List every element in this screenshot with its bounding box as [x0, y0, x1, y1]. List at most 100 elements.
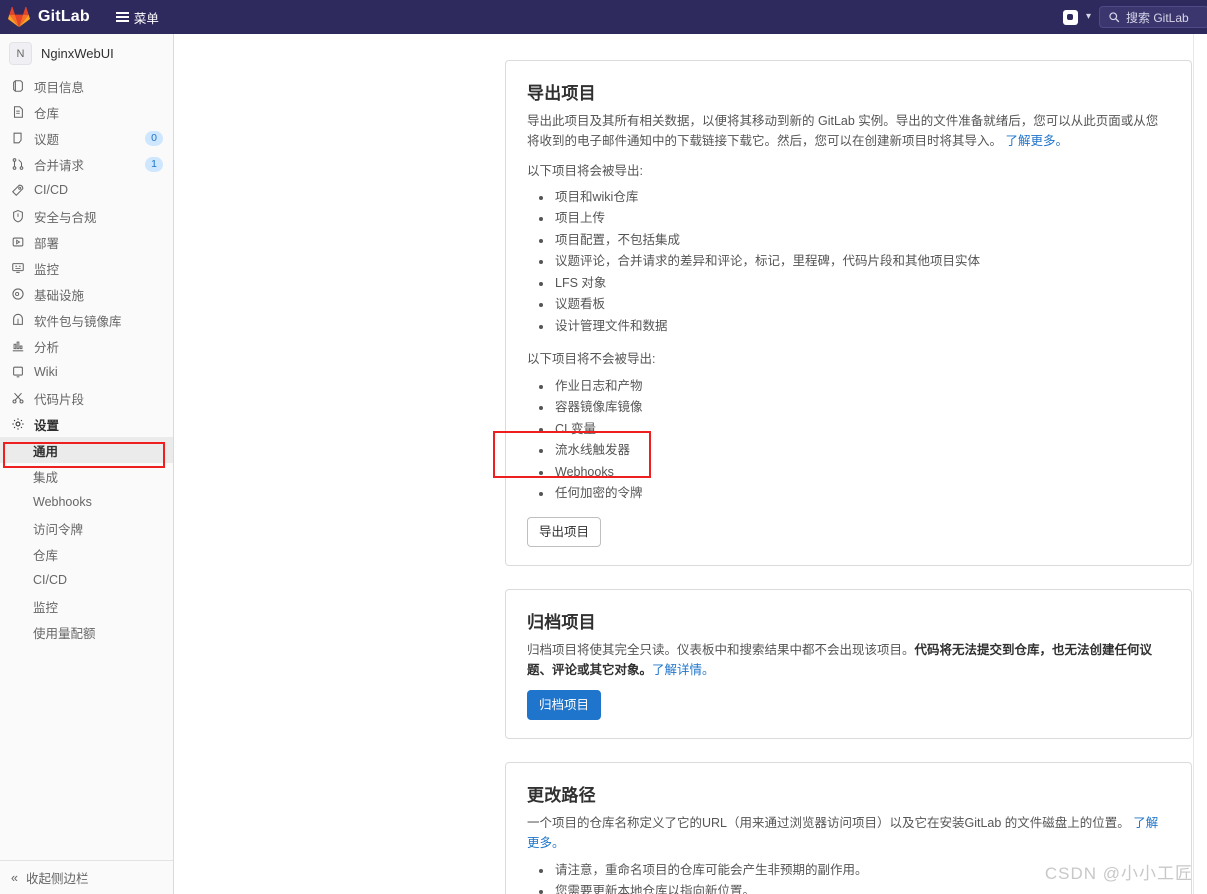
sidebar-item-settings[interactable]: 设置: [0, 411, 173, 437]
archive-learn-more-link[interactable]: 了解详情。: [652, 663, 715, 677]
sidebar-subitem-monitor[interactable]: 监控: [0, 593, 173, 619]
sidebar-subitem-label: 通用: [33, 444, 59, 459]
list-item: 作业日志和产物: [553, 376, 1169, 398]
top-navbar: GitLab 菜单 ▾ 搜索 GitLab: [0, 0, 1207, 34]
merge-requests-count-badge: 1: [145, 156, 163, 172]
sidebar-item-label: 分析: [34, 340, 60, 355]
export-learn-more-link[interactable]: 了解更多。: [1006, 134, 1069, 148]
archive-project-card: 归档项目 归档项目将使其完全只读。仪表板中和搜索结果中都不会出现该项目。代码将无…: [505, 589, 1192, 739]
list-item: Webhooks: [553, 462, 1169, 484]
sidebar-item-label: 监控: [34, 262, 60, 277]
sidebar-subitem-label: 访问令牌: [33, 522, 84, 537]
sidebar-item-monitor[interactable]: 监控: [0, 255, 173, 281]
change-path-description-text: 一个项目的仓库名称定义了它的URL（用来通过浏览器访问项目）以及它在安装GitL…: [527, 816, 1130, 830]
sidebar-subitem-webhooks[interactable]: Webhooks: [0, 489, 173, 515]
sidebar-subitem-access-tokens[interactable]: 访问令牌: [0, 515, 173, 541]
issues-count-badge: 0: [145, 130, 163, 146]
rocket-icon: [10, 183, 26, 197]
navbar-left: GitLab 菜单: [8, 5, 163, 30]
archive-project-description: 归档项目将使其完全只读。仪表板中和搜索结果中都不会出现该项目。代码将无法提交到仓…: [527, 640, 1169, 681]
sidebar-item-issues[interactable]: 议题 0: [0, 125, 173, 151]
archive-project-title: 归档项目: [527, 613, 596, 632]
gitlab-logo-icon[interactable]: [8, 6, 30, 28]
list-item: 任何加密的令牌: [553, 483, 1169, 505]
wiki-icon: [10, 365, 26, 379]
sidebar-subitem-label: Webhooks: [33, 495, 92, 509]
list-item: 议题评论，合并请求的差异和评论，标记，里程碑，代码片段和其他项目实体: [553, 251, 1169, 273]
sidebar-subitem-label: 仓库: [33, 548, 59, 563]
sidebar-item-packages[interactable]: 软件包与镜像库: [0, 307, 173, 333]
list-item: CI 变量: [553, 419, 1169, 441]
change-path-title: 更改路径: [527, 786, 596, 805]
archive-project-button[interactable]: 归档项目: [527, 689, 602, 720]
page-scrollbar[interactable]: [1193, 34, 1207, 894]
sidebar-item-merge-requests[interactable]: 合并请求 1: [0, 151, 173, 177]
list-item: 项目配置，不包括集成: [553, 230, 1169, 252]
sidebar-item-label: 部署: [34, 236, 60, 251]
sidebar-project-header[interactable]: N NginxWebUI: [0, 34, 173, 73]
sidebar-scroll-area: N NginxWebUI 项目信息 仓库 议题 0 合并请求 1 CI/CD 安…: [0, 34, 173, 860]
sidebar-item-infrastructure[interactable]: 基础设施: [0, 281, 173, 307]
sidebar-subitem-label: 集成: [33, 470, 59, 485]
export-included-list: 项目和wiki仓库 项目上传 项目配置，不包括集成 议题评论，合并请求的差异和评…: [527, 187, 1169, 338]
sidebar-subitem-label: 使用量配额: [33, 626, 96, 641]
sidebar-item-project-info[interactable]: 项目信息: [0, 73, 173, 99]
deployments-icon: [10, 235, 26, 249]
repository-icon: [10, 105, 26, 119]
sidebar-subitem-repository[interactable]: 仓库: [0, 541, 173, 567]
snippets-icon: [10, 391, 26, 405]
sidebar-subitem-label: 监控: [33, 600, 59, 615]
sidebar-item-snippets[interactable]: 代码片段: [0, 385, 173, 411]
sidebar-item-repository[interactable]: 仓库: [0, 99, 173, 125]
sidebar-item-label: 合并请求: [34, 158, 85, 173]
collapse-sidebar-label: 收起侧边栏: [25, 872, 89, 886]
list-item: 设计管理文件和数据: [553, 316, 1169, 338]
menu-label: 菜单: [133, 11, 159, 26]
sidebar-subitem-cicd[interactable]: CI/CD: [0, 567, 173, 593]
search-icon: [1109, 12, 1120, 23]
list-item: 流水线触发器: [553, 440, 1169, 462]
sidebar-item-label: 安全与合规: [34, 210, 97, 225]
project-avatar: N: [9, 42, 32, 65]
sidebar-subitem-general[interactable]: 通用: [0, 437, 173, 463]
watermark: CSDN @小小工匠: [1044, 864, 1193, 883]
search-placeholder: 搜索 GitLab: [1126, 10, 1189, 25]
double-chevron-left-icon: «: [11, 870, 18, 885]
settings-sections: 导出项目 导出此项目及其所有相关数据，以便将其移动到新的 GitLab 实例。导…: [505, 60, 1192, 894]
gitlab-page: GitLab 菜单 ▾ 搜索 GitLab N NginxWebUI 项目信息 …: [0, 0, 1207, 894]
gear-icon: [10, 417, 26, 431]
export-excluded-heading: 以下项目将不会被导出:: [527, 352, 656, 367]
collapse-sidebar-button[interactable]: « 收起侧边栏: [0, 860, 173, 894]
merge-request-indicator-icon[interactable]: [1062, 9, 1078, 25]
search-input[interactable]: 搜索 GitLab: [1099, 6, 1207, 28]
sidebar-item-label: 代码片段: [34, 392, 85, 407]
export-project-card: 导出项目 导出此项目及其所有相关数据，以便将其移动到新的 GitLab 实例。导…: [505, 60, 1192, 566]
sidebar-item-cicd[interactable]: CI/CD: [0, 177, 173, 203]
infrastructure-icon: [10, 287, 26, 301]
sidebar-item-label: 项目信息: [34, 80, 85, 95]
list-item: 项目和wiki仓库: [553, 187, 1169, 209]
list-item: LFS 对象: [553, 273, 1169, 295]
navbar-right: ▾ 搜索 GitLab: [1062, 6, 1207, 28]
export-project-title: 导出项目: [527, 84, 596, 103]
sidebar-subitem-integrations[interactable]: 集成: [0, 463, 173, 489]
project-info-icon: [10, 79, 26, 93]
merge-requests-icon: [10, 157, 26, 171]
sidebar-item-label: 软件包与镜像库: [34, 314, 122, 329]
sidebar-item-analytics[interactable]: 分析: [0, 333, 173, 359]
list-item: 项目上传: [553, 208, 1169, 230]
sidebar-item-security[interactable]: 安全与合规: [0, 203, 173, 229]
chevron-down-icon[interactable]: ▾: [1086, 12, 1091, 22]
change-path-description: 一个项目的仓库名称定义了它的URL（用来通过浏览器访问项目）以及它在安装GitL…: [527, 813, 1169, 854]
sidebar-subitem-usage-quotas[interactable]: 使用量配额: [0, 619, 173, 645]
sidebar-item-deployments[interactable]: 部署: [0, 229, 173, 255]
list-item: 容器镜像库镜像: [553, 397, 1169, 419]
sidebar-item-label: 设置: [34, 418, 60, 433]
export-included-heading: 以下项目将会被导出:: [527, 163, 643, 178]
brand-name[interactable]: GitLab: [38, 8, 90, 26]
export-project-button[interactable]: 导出项目: [527, 516, 602, 547]
sidebar-item-wiki[interactable]: Wiki: [0, 359, 173, 385]
analytics-icon: [10, 339, 26, 353]
issues-icon: [10, 131, 26, 145]
main-menu-toggle[interactable]: 菜单: [112, 5, 163, 30]
